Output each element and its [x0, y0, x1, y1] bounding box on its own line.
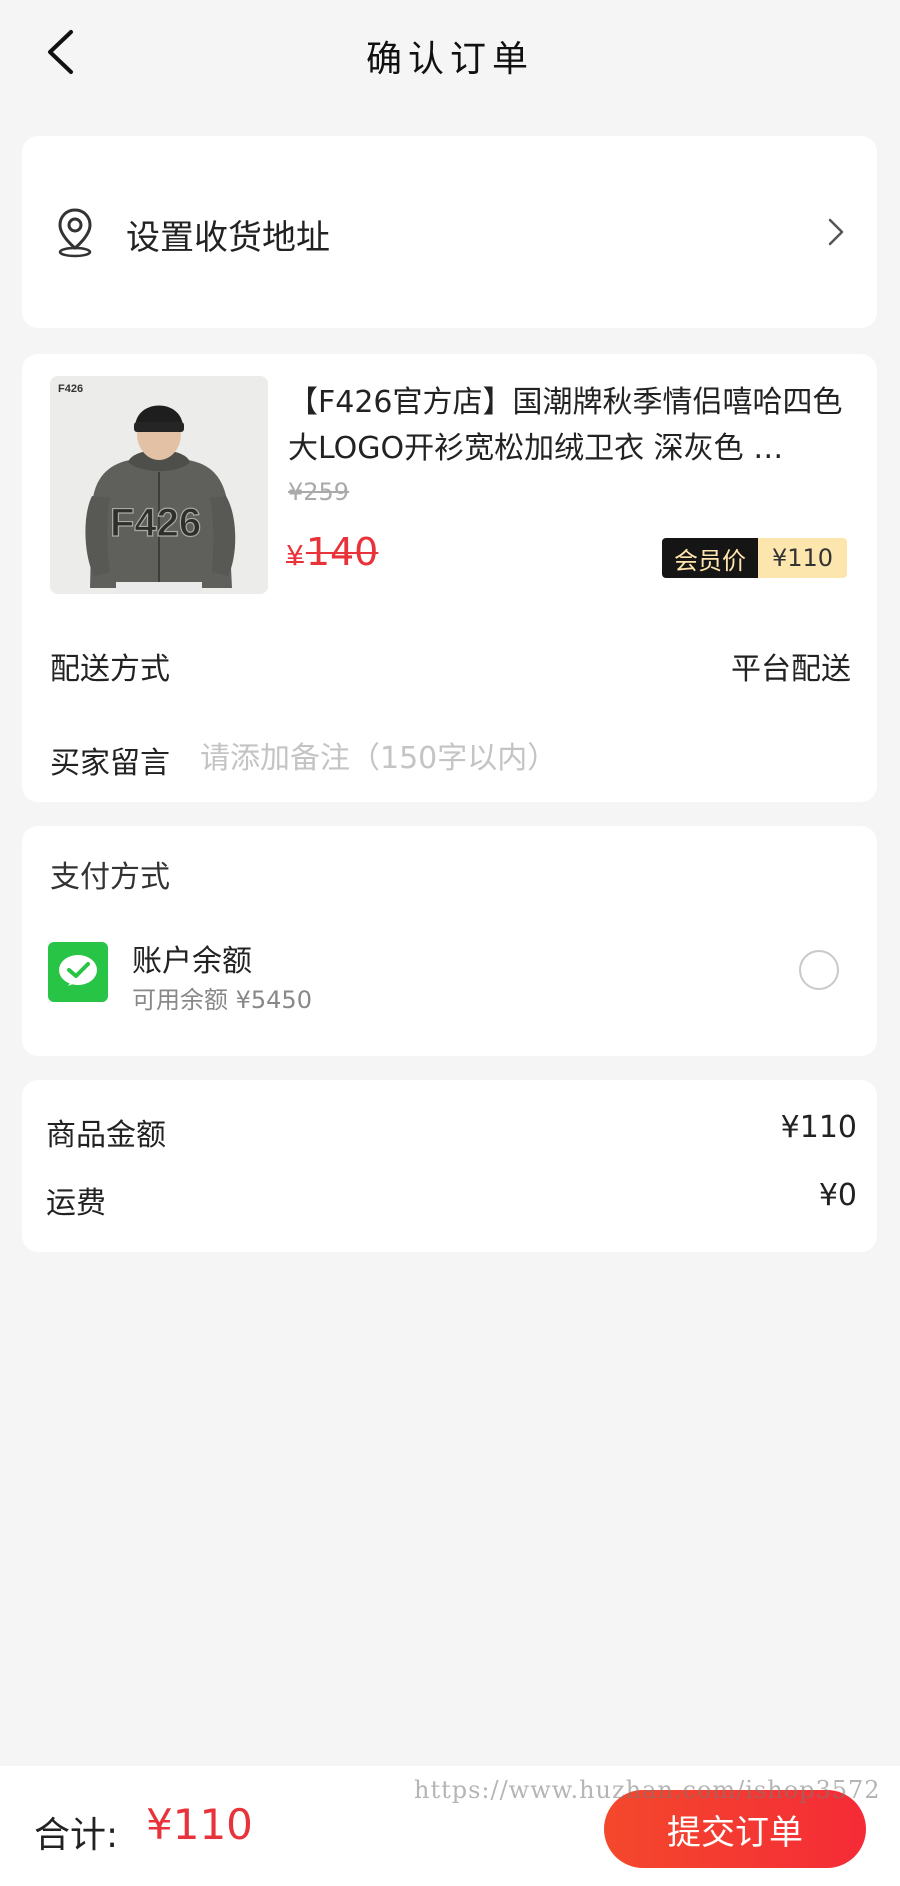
original-price: ¥259	[288, 478, 350, 506]
sale-price-value: 140	[305, 530, 379, 574]
payment-balance: 可用余额 ¥5450	[132, 986, 312, 1014]
total-value: ¥110	[146, 1800, 253, 1849]
shipping-fee-value: ¥0	[818, 1178, 857, 1213]
remark-label: 买家留言	[50, 746, 170, 781]
member-price-value: ¥110	[758, 538, 848, 578]
checkout-bar: 合计: ¥110 提交订单	[0, 1766, 900, 1886]
payment-option-balance[interactable]: 账户余额 可用余额 ¥5450	[22, 936, 877, 1036]
order-item-card: F426 F426 【F426官方店】国潮牌秋季情侣嘻哈四色大LOGO开衫宽松加…	[22, 354, 877, 802]
header-bar: 确认订单	[0, 0, 900, 110]
remark-input[interactable]	[200, 736, 800, 780]
delivery-value[interactable]: 平台配送	[731, 644, 851, 688]
delivery-label: 配送方式	[50, 652, 170, 687]
shipping-fee-label: 运费	[46, 1186, 106, 1221]
price-summary-card: 商品金额 ¥110 运费 ¥0	[22, 1080, 877, 1252]
payment-radio[interactable]	[799, 950, 839, 990]
member-price-label: 会员价	[662, 538, 758, 578]
wallet-icon	[48, 942, 108, 1002]
member-price-badge: 会员价 ¥110	[662, 538, 848, 578]
currency-symbol: ¥	[286, 539, 304, 572]
goods-amount-value: ¥110	[780, 1110, 857, 1145]
address-label: 设置收货地址	[126, 218, 330, 258]
payment-method-name: 账户余额	[132, 944, 252, 979]
page-title: 确认订单	[365, 39, 534, 80]
location-pin-icon	[58, 208, 92, 258]
goods-amount-label: 商品金额	[46, 1118, 166, 1153]
total-label: 合计:	[34, 1815, 119, 1856]
hoodie-print: F426	[110, 501, 201, 545]
product-image-tag: F426	[58, 383, 83, 395]
submit-order-button[interactable]: 提交订单	[604, 1790, 866, 1868]
product-title[interactable]: 【F426官方店】国潮牌秋季情侣嘻哈四色大LOGO开衫宽松加绒卫衣 深灰色 …	[288, 380, 853, 472]
sale-price: ¥140	[286, 530, 378, 574]
chevron-right-icon	[828, 218, 844, 246]
product-image[interactable]: F426 F426	[50, 376, 268, 594]
payment-title: 支付方式	[50, 860, 170, 895]
payment-card: 支付方式 账户余额 可用余额 ¥5450	[22, 826, 877, 1056]
address-selector[interactable]: 设置收货地址	[22, 136, 877, 328]
hoodie-model-illustration: F426 F426	[50, 376, 268, 594]
